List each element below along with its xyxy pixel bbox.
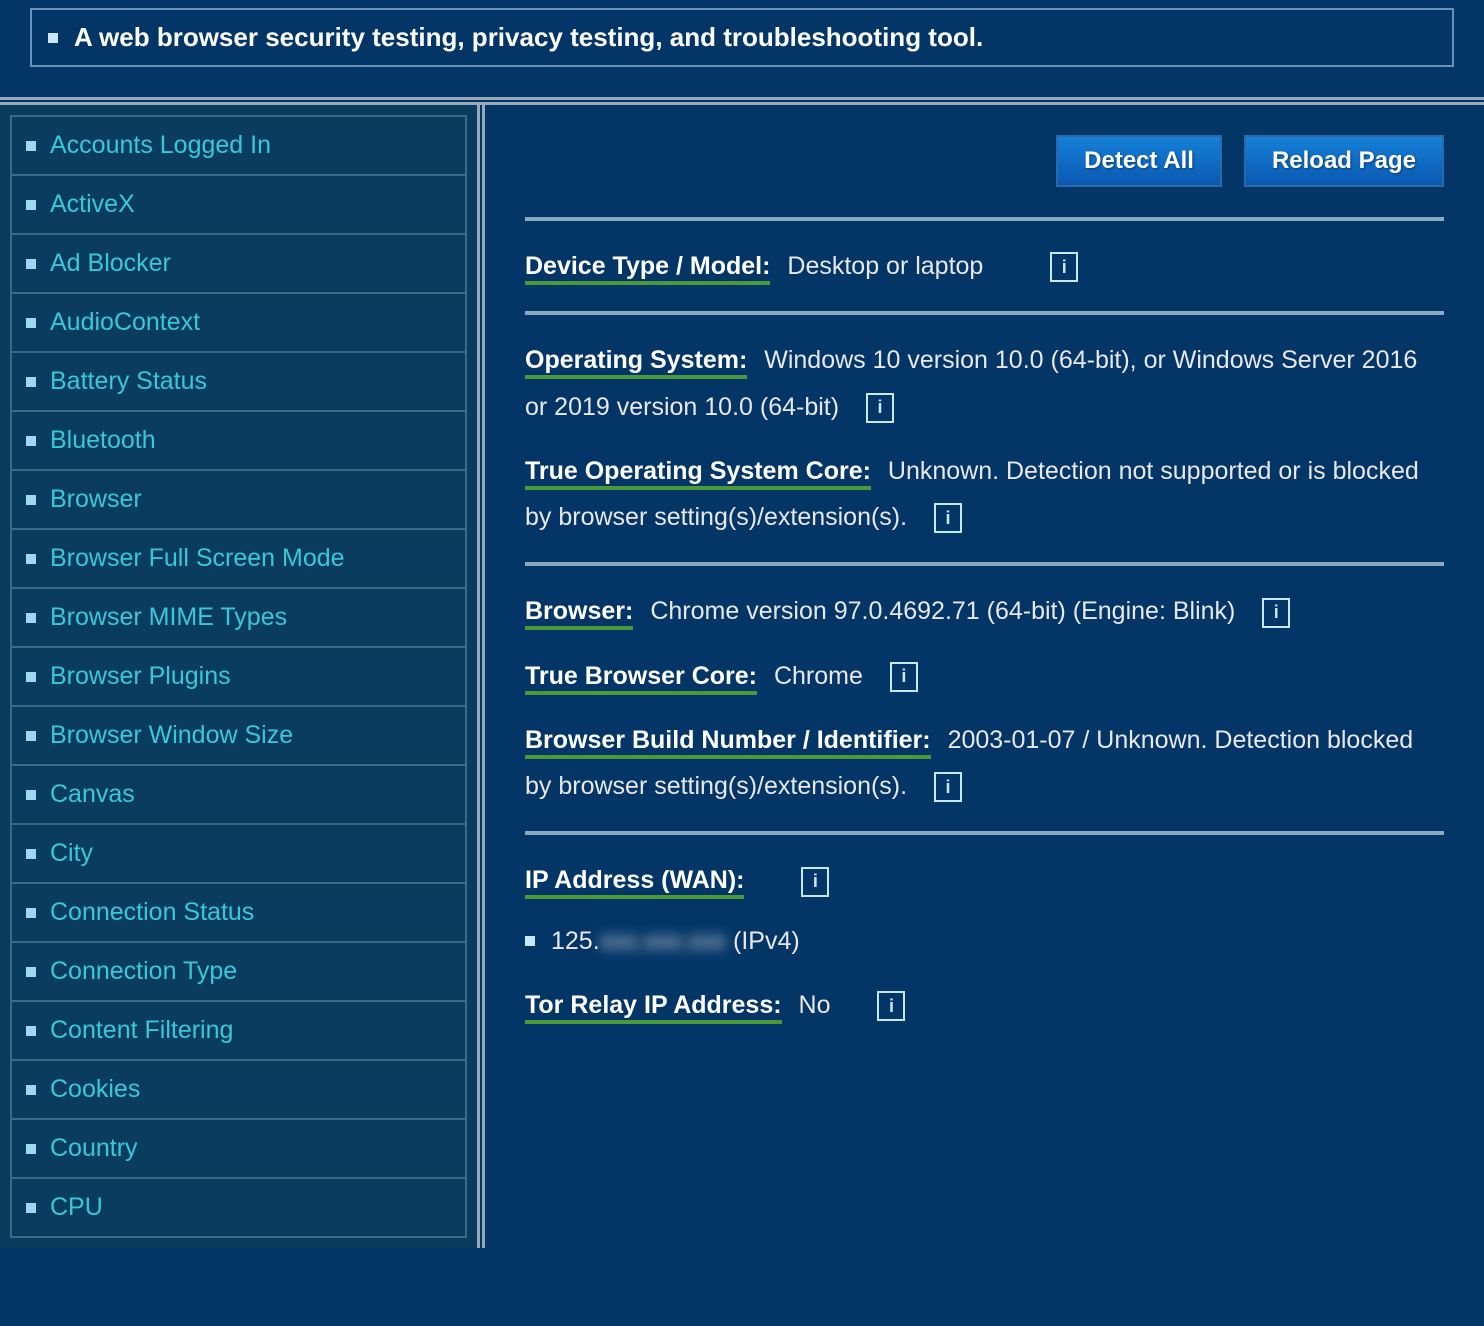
sidebar-item-cpu[interactable]: CPU [12,1179,465,1238]
sidebar-item-label: Country [50,1134,138,1163]
sidebar: Accounts Logged In ActiveX Ad Blocker Au… [0,105,480,1248]
section-device-type: Device Type / Model: Desktop or laptop i [525,217,1444,311]
info-icon[interactable]: i [866,393,894,423]
section-ip: IP Address (WAN): i 125.xxx.xxx.xxx (IPv… [525,831,1444,1050]
sidebar-item-label: Browser Full Screen Mode [50,544,345,573]
operating-system-label: Operating System: [525,346,747,379]
sidebar-item-label: Browser Plugins [50,662,231,691]
tagline-box: A web browser security testing, privacy … [30,8,1454,67]
bullet-icon [26,1203,36,1213]
browser-label: Browser: [525,597,633,630]
sidebar-item-label: Connection Type [50,957,237,986]
sidebar-item-canvas[interactable]: Canvas [12,766,465,825]
reload-page-button[interactable]: Reload Page [1244,135,1444,187]
sidebar-item-label: Ad Blocker [50,249,171,278]
bullet-icon [26,731,36,741]
true-browser-core-value: Chrome [774,662,863,690]
sidebar-item-label: Content Filtering [50,1016,233,1045]
sidebar-item-battery-status[interactable]: Battery Status [12,353,465,412]
tagline-text: A web browser security testing, privacy … [74,22,983,53]
tor-relay-value: No [799,991,831,1019]
bullet-icon [26,613,36,623]
bullet-icon [26,259,36,269]
sidebar-item-content-filtering[interactable]: Content Filtering [12,1002,465,1061]
info-icon[interactable]: i [1262,598,1290,628]
main-layout: Accounts Logged In ActiveX Ad Blocker Au… [0,102,1484,1248]
sidebar-item-browser-window-size[interactable]: Browser Window Size [12,707,465,766]
sidebar-item-country[interactable]: Country [12,1120,465,1179]
browser-build-label: Browser Build Number / Identifier: [525,726,931,759]
sidebar-item-label: AudioContext [50,308,200,337]
sidebar-item-connection-type[interactable]: Connection Type [12,943,465,1002]
tor-relay-label: Tor Relay IP Address: [525,991,782,1024]
bullet-icon [26,967,36,977]
header-bar: A web browser security testing, privacy … [0,0,1484,100]
section-operating-system: Operating System: Windows 10 version 10.… [525,311,1444,562]
action-button-row: Detect All Reload Page [525,125,1444,217]
sidebar-item-label: Browser [50,485,142,514]
bullet-icon [26,200,36,210]
sidebar-item-label: Battery Status [50,367,207,396]
sidebar-item-activex[interactable]: ActiveX [12,176,465,235]
bullet-icon [26,436,36,446]
sidebar-item-label: City [50,839,93,868]
content-panel: Detect All Reload Page Device Type / Mod… [482,105,1484,1248]
sidebar-item-city[interactable]: City [12,825,465,884]
bullet-icon [26,377,36,387]
sidebar-item-label: CPU [50,1193,103,1222]
detect-all-button[interactable]: Detect All [1056,135,1222,187]
sidebar-item-label: ActiveX [50,190,135,219]
bullet-icon [26,908,36,918]
true-os-core-label: True Operating System Core: [525,457,871,490]
bullet-icon [26,554,36,564]
info-icon[interactable]: i [934,503,962,533]
sidebar-item-bluetooth[interactable]: Bluetooth [12,412,465,471]
bullet-icon [525,936,535,946]
ip-suffix: (IPv4) [726,927,800,955]
bullet-icon [26,849,36,859]
info-icon[interactable]: i [1050,252,1078,282]
bullet-icon [26,318,36,328]
device-type-label: Device Type / Model: [525,252,770,285]
info-icon[interactable]: i [877,991,905,1021]
sidebar-item-label: Browser Window Size [50,721,293,750]
ip-blurred: xxx.xxx.xxx [600,918,726,964]
sidebar-item-label: Cookies [50,1075,140,1104]
sidebar-item-label: Bluetooth [50,426,156,455]
info-icon[interactable]: i [934,772,962,802]
bullet-icon [26,1026,36,1036]
sidebar-item-browser-mime-types[interactable]: Browser MIME Types [12,589,465,648]
ip-address-row: 125.xxx.xxx.xxx (IPv4) [525,918,1444,964]
sidebar-item-label: Connection Status [50,898,254,927]
sidebar-list: Accounts Logged In ActiveX Ad Blocker Au… [10,115,467,1238]
bullet-icon [26,141,36,151]
sidebar-item-browser-full-screen-mode[interactable]: Browser Full Screen Mode [12,530,465,589]
section-browser: Browser: Chrome version 97.0.4692.71 (64… [525,562,1444,831]
bullet-icon [26,672,36,682]
sidebar-item-label: Accounts Logged In [50,131,271,160]
bullet-icon [26,790,36,800]
sidebar-item-browser[interactable]: Browser [12,471,465,530]
sidebar-item-connection-status[interactable]: Connection Status [12,884,465,943]
sidebar-item-cookies[interactable]: Cookies [12,1061,465,1120]
browser-value: Chrome version 97.0.4692.71 (64-bit) (En… [650,597,1235,625]
device-type-value: Desktop or laptop [787,252,983,280]
ip-prefix: 125. [551,927,600,955]
sidebar-item-audiocontext[interactable]: AudioContext [12,294,465,353]
sidebar-item-label: Canvas [50,780,135,809]
bullet-icon [26,1144,36,1154]
bullet-icon [48,33,58,43]
sidebar-item-ad-blocker[interactable]: Ad Blocker [12,235,465,294]
bullet-icon [26,495,36,505]
sidebar-item-label: Browser MIME Types [50,603,287,632]
true-browser-core-label: True Browser Core: [525,662,757,695]
info-icon[interactable]: i [890,662,918,692]
info-icon[interactable]: i [801,867,829,897]
ip-wan-label: IP Address (WAN): [525,866,744,899]
ip-address-value: 125.xxx.xxx.xxx (IPv4) [551,918,800,964]
sidebar-item-browser-plugins[interactable]: Browser Plugins [12,648,465,707]
sidebar-item-accounts-logged-in[interactable]: Accounts Logged In [12,117,465,176]
bullet-icon [26,1085,36,1095]
